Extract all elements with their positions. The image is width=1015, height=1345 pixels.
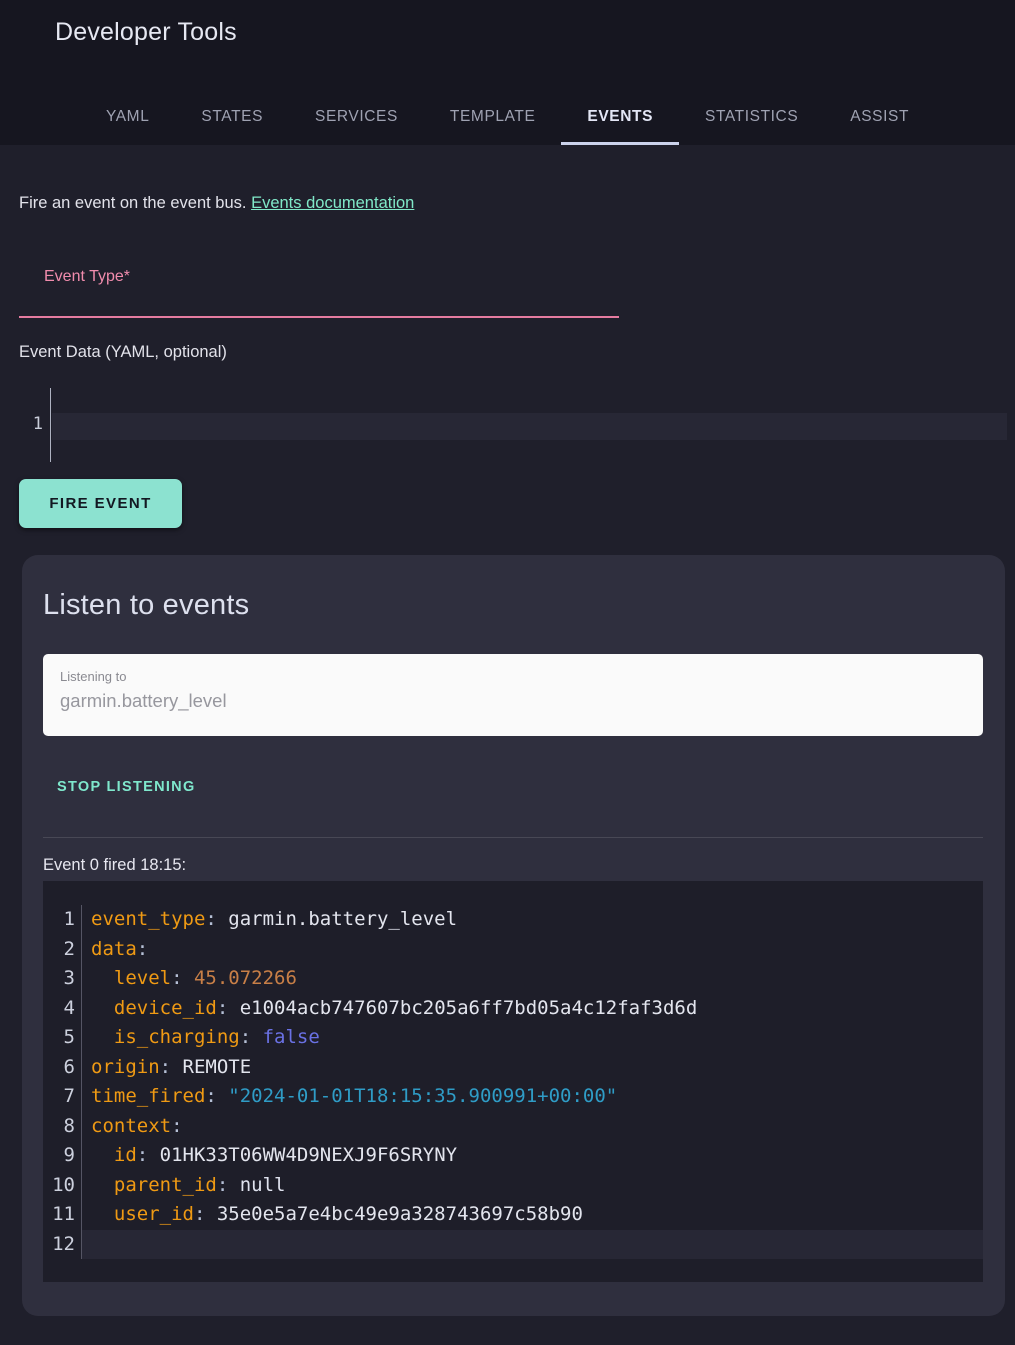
stop-listening-button[interactable]: STOP LISTENING [57, 779, 196, 795]
line-content: id: 01HK33T06WW4D9NEXJ9F6SRYNY [81, 1141, 983, 1171]
line-content: device_id: e1004acb747607bc205a6ff7bd05a… [81, 994, 983, 1024]
event-type-field[interactable]: Event Type* [19, 268, 619, 318]
tab-assist[interactable]: ASSIST [824, 89, 935, 145]
code-line: 6origin: REMOTE [43, 1053, 983, 1083]
event-data-label: Event Data (YAML, optional) [19, 343, 1015, 362]
code-line: 9 id: 01HK33T06WW4D9NEXJ9F6SRYNY [43, 1141, 983, 1171]
fire-event-button[interactable]: FIRE EVENT [19, 479, 182, 528]
code-line: 1event_type: garmin.battery_level [43, 905, 983, 935]
code-line: 7time_fired: "2024-01-01T18:15:35.900991… [43, 1082, 983, 1112]
tab-events[interactable]: EVENTS [561, 89, 679, 145]
code-line: 10 parent_id: null [43, 1171, 983, 1201]
code-line: 3 level: 45.072266 [43, 964, 983, 994]
line-content: data: [81, 935, 983, 965]
events-documentation-link[interactable]: Events documentation [251, 194, 414, 212]
line-number: 12 [43, 1230, 81, 1260]
event-fired-header: Event 0 fired 18:15: [43, 856, 983, 875]
line-content: parent_id: null [81, 1171, 983, 1201]
line-number: 1 [43, 905, 81, 935]
tab-services[interactable]: SERVICES [289, 89, 424, 145]
line-content: context: [81, 1112, 983, 1142]
page-title: Developer Tools [0, 0, 1015, 47]
code-line: 2data: [43, 935, 983, 965]
line-number: 2 [43, 935, 81, 965]
fire-event-description-text: Fire an event on the event bus. [19, 194, 246, 212]
line-number: 4 [43, 994, 81, 1024]
line-number: 3 [43, 964, 81, 994]
listening-to-input[interactable]: Listening to garmin.battery_level [43, 654, 983, 736]
line-number: 7 [43, 1082, 81, 1112]
listening-to-label: Listening to [60, 669, 966, 684]
fire-event-description: Fire an event on the event bus. Events d… [19, 194, 1015, 213]
line-number: 10 [43, 1171, 81, 1201]
editor-gutter: 1 [0, 388, 51, 462]
card-divider [43, 837, 983, 838]
line-content: origin: REMOTE [81, 1053, 983, 1083]
line-content: is_charging: false [81, 1023, 983, 1053]
code-line: 8context: [43, 1112, 983, 1142]
listening-to-value: garmin.battery_level [60, 690, 966, 712]
tab-yaml[interactable]: YAML [80, 89, 175, 145]
tab-states[interactable]: STATES [175, 89, 289, 145]
line-number: 5 [43, 1023, 81, 1053]
line-number: 11 [43, 1200, 81, 1230]
tab-statistics[interactable]: STATISTICS [679, 89, 824, 145]
line-number: 6 [43, 1053, 81, 1083]
event-yaml-view[interactable]: 1event_type: garmin.battery_level2data:3… [43, 881, 983, 1282]
line-content: time_fired: "2024-01-01T18:15:35.900991+… [81, 1082, 983, 1112]
line-number: 8 [43, 1112, 81, 1142]
listen-events-card: Listen to events Listening to garmin.bat… [22, 555, 1005, 1316]
line-number: 9 [43, 1141, 81, 1171]
line-content: level: 45.072266 [81, 964, 983, 994]
line-content: user_id: 35e0e5a7e4bc49e9a328743697c58b9… [81, 1200, 983, 1230]
tab-bar: YAMLSTATESSERVICESTEMPLATEEVENTSSTATISTI… [0, 89, 1015, 145]
event-data-editor[interactable]: 1 [0, 388, 1015, 464]
line-content [81, 1230, 983, 1260]
editor-line-number: 1 [33, 414, 43, 434]
code-line: 12 [43, 1230, 983, 1260]
app-header: Developer Tools YAMLSTATESSERVICESTEMPLA… [0, 0, 1015, 145]
events-tab-panel: Fire an event on the event bus. Events d… [0, 194, 1015, 1316]
code-line: 5 is_charging: false [43, 1023, 983, 1053]
editor-active-line [52, 413, 1007, 440]
code-line: 4 device_id: e1004acb747607bc205a6ff7bd0… [43, 994, 983, 1024]
tab-template[interactable]: TEMPLATE [424, 89, 561, 145]
line-content: event_type: garmin.battery_level [81, 905, 983, 935]
code-line: 11 user_id: 35e0e5a7e4bc49e9a328743697c5… [43, 1200, 983, 1230]
listen-card-title: Listen to events [43, 589, 983, 622]
event-type-label: Event Type* [44, 268, 619, 286]
